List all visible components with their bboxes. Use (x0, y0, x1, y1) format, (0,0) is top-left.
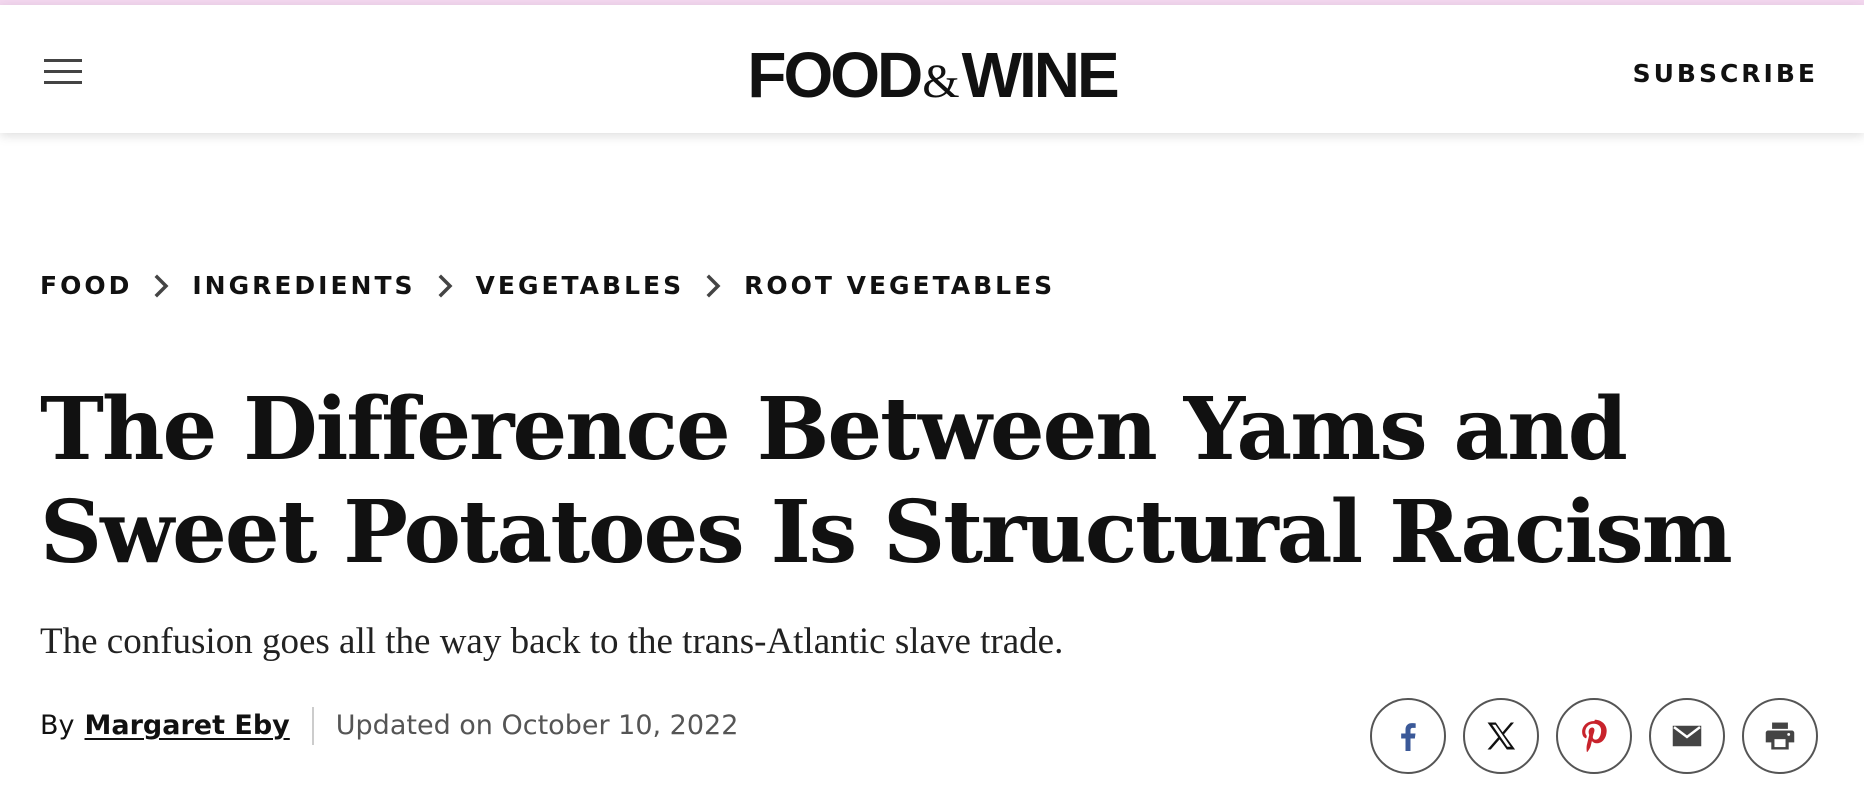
breadcrumb-item-ingredients[interactable]: INGREDIENTS (192, 268, 415, 304)
breadcrumb-item-food[interactable]: FOOD (40, 268, 132, 304)
logo-ampersand: & (922, 55, 960, 108)
byline-prefix: By (40, 710, 75, 741)
pinterest-icon (1582, 719, 1607, 753)
author-link[interactable]: Margaret Eby (85, 706, 290, 746)
x-twitter-icon (1487, 722, 1516, 750)
chevron-right-icon (706, 274, 721, 298)
share-x-button[interactable] (1463, 698, 1539, 774)
breadcrumb-item-vegetables[interactable]: VEGETABLES (476, 268, 685, 304)
article-subtitle: The confusion goes all the way back to t… (40, 621, 1064, 662)
share-pinterest-button[interactable] (1556, 698, 1632, 774)
chevron-right-icon (438, 274, 453, 298)
email-icon (1672, 725, 1702, 747)
subscribe-link[interactable]: SUBSCRIBE (1633, 57, 1818, 91)
logo-food: FOOD (747, 39, 923, 111)
facebook-icon (1401, 723, 1416, 751)
article-title: The Difference Between Yams and Sweet Po… (40, 379, 1733, 583)
logo-wine: WINE (961, 39, 1120, 111)
share-bar (1370, 698, 1818, 774)
byline: By Margaret Eby Updated on October 10, 2… (40, 706, 738, 746)
updated-date: Updated on October 10, 2022 (335, 710, 739, 741)
share-email-button[interactable] (1649, 698, 1725, 774)
share-facebook-button[interactable] (1370, 698, 1446, 774)
byline-divider (311, 707, 314, 745)
breadcrumb-item-root-vegetables[interactable]: ROOT VEGETABLES (744, 268, 1055, 304)
chevron-right-icon (154, 274, 169, 298)
breadcrumb: FOOD INGREDIENTS VEGETABLES ROOT VEGETAB… (40, 268, 1055, 304)
share-print-button[interactable] (1742, 698, 1818, 774)
site-header: FOOD&WINE SUBSCRIBE (0, 5, 1864, 133)
print-icon (1765, 722, 1795, 750)
site-logo[interactable]: FOOD&WINE (0, 35, 1864, 122)
